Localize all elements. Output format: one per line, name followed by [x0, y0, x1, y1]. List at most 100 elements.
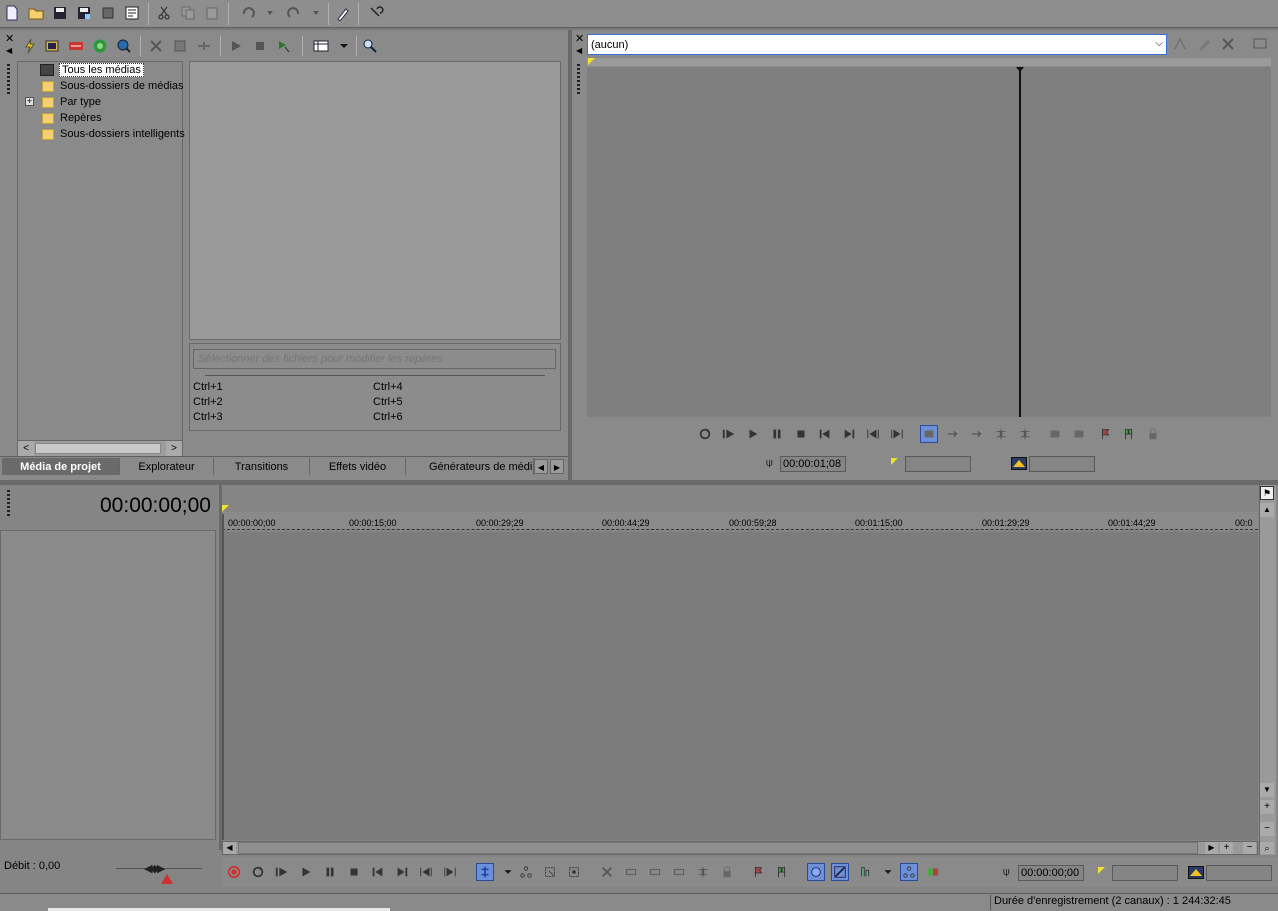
- timeline-next-frame-icon[interactable]: [441, 863, 459, 881]
- scroll-thumb[interactable]: [35, 443, 161, 454]
- timeline-zoom-fit-icon[interactable]: ⌕: [1260, 842, 1274, 854]
- timeline-time-display[interactable]: 00:00:00;00: [100, 494, 211, 518]
- normal-edit-tool-icon[interactable]: [332, 3, 352, 23]
- save-markers-icon[interactable]: [1144, 425, 1162, 443]
- panel-menu-arrow-icon[interactable]: ◀: [6, 46, 12, 55]
- pause-icon[interactable]: [768, 425, 786, 443]
- play-from-start-icon[interactable]: [720, 425, 738, 443]
- trimmer-waveform-area[interactable]: [587, 67, 1271, 417]
- go-to-start-icon[interactable]: [816, 425, 834, 443]
- enable-snapping-icon[interactable]: [807, 863, 825, 881]
- whats-this-help-icon[interactable]: [366, 3, 386, 23]
- tab-project-media[interactable]: Média de projet: [2, 458, 120, 475]
- timeline-cursor-time[interactable]: 00:00:00;00: [1018, 865, 1084, 881]
- import-media-icon[interactable]: [20, 36, 40, 56]
- close-panel-icon[interactable]: ✕: [5, 32, 14, 45]
- timeline-track-area[interactable]: [222, 532, 1258, 840]
- trimmer-mode-icon[interactable]: [920, 425, 938, 443]
- split-icon[interactable]: [694, 863, 712, 881]
- trim-icon[interactable]: [622, 863, 640, 881]
- trimmer-menu-arrow-icon[interactable]: ◀: [576, 46, 582, 55]
- previous-frame-icon[interactable]: [864, 425, 882, 443]
- selection-length-time[interactable]: [1206, 865, 1272, 881]
- trimmer-display-icon[interactable]: [1250, 34, 1270, 54]
- undo-dropdown-icon[interactable]: [260, 3, 280, 23]
- timeline-play-from-start-icon[interactable]: [273, 863, 291, 881]
- lock-envelopes-icon[interactable]: [900, 863, 918, 881]
- timeline-go-to-end-icon[interactable]: [393, 863, 411, 881]
- tabs-scroll-left-icon[interactable]: ◀: [534, 459, 548, 474]
- timeline-scroll-right-icon[interactable]: ▶: [1205, 842, 1218, 854]
- create-subclip-icon[interactable]: [1046, 425, 1064, 443]
- timeline-go-to-start-icon[interactable]: [369, 863, 387, 881]
- next-frame-icon[interactable]: [888, 425, 906, 443]
- tree-horizontal-scrollbar[interactable]: < >: [18, 440, 182, 456]
- close-trimmer-icon[interactable]: ✕: [575, 32, 584, 45]
- selection-start-time[interactable]: [1112, 865, 1178, 881]
- timeline-loop-icon[interactable]: [249, 863, 267, 881]
- save-as-icon[interactable]: [74, 3, 94, 23]
- properties-icon[interactable]: [122, 3, 142, 23]
- timeline-insert-marker-icon[interactable]: [749, 863, 767, 881]
- trimmer-clear-icon[interactable]: [1218, 34, 1238, 54]
- trimmer-time-display[interactable]: 00:00:01;08: [780, 456, 846, 472]
- timeline-play-icon[interactable]: [297, 863, 315, 881]
- insert-region-icon[interactable]: [1120, 425, 1138, 443]
- go-to-end-icon[interactable]: [840, 425, 858, 443]
- views-icon[interactable]: [310, 36, 332, 56]
- timeline-scroll-left-icon[interactable]: ◀: [223, 842, 236, 854]
- rate-pointer-icon[interactable]: [161, 874, 173, 884]
- trimmer-in-time[interactable]: [905, 456, 971, 472]
- marker-flag-icon[interactable]: ⚑: [1260, 486, 1274, 500]
- timeline-previous-frame-icon[interactable]: [417, 863, 435, 881]
- tree-item-media-subfolders[interactable]: Sous-dossiers de médias: [42, 78, 184, 94]
- ripple-dropdown-icon[interactable]: [879, 863, 897, 881]
- get-media-from-web-icon[interactable]: [66, 36, 86, 56]
- timeline-zoom-in-icon[interactable]: +: [1220, 842, 1233, 854]
- paste-icon[interactable]: [202, 3, 222, 23]
- tab-media-generators[interactable]: Générateurs de médi: [406, 458, 534, 475]
- timeline-delete-icon[interactable]: [598, 863, 616, 881]
- ignore-grouping-icon[interactable]: [924, 863, 942, 881]
- envelope-tool-icon[interactable]: [517, 863, 535, 881]
- chevron-down-icon[interactable]: ⌵: [1155, 38, 1163, 49]
- tab-transitions[interactable]: Transitions: [214, 458, 310, 475]
- search-media-icon[interactable]: [360, 36, 380, 56]
- scroll-up-icon[interactable]: ▲: [1260, 503, 1274, 517]
- media-list[interactable]: [189, 61, 561, 340]
- trim-to-selection-icon[interactable]: [1016, 425, 1034, 443]
- capture-video-icon[interactable]: [42, 36, 62, 56]
- tree-item-by-type[interactable]: Par type: [42, 94, 101, 110]
- stop-icon[interactable]: [792, 425, 810, 443]
- media-fx-icon[interactable]: [170, 36, 190, 56]
- play-icon[interactable]: [744, 425, 762, 443]
- expand-toggle-icon[interactable]: +: [25, 97, 34, 106]
- auto-crossfade-icon[interactable]: [831, 863, 849, 881]
- cut-icon[interactable]: [154, 3, 174, 23]
- trim-end-icon[interactable]: [670, 863, 688, 881]
- lock-icon[interactable]: [718, 863, 736, 881]
- trimmer-tool-a-icon[interactable]: [1170, 34, 1190, 54]
- preview-stop-icon[interactable]: [250, 36, 270, 56]
- normal-edit-tool-icon[interactable]: [476, 863, 494, 881]
- auto-preview-icon[interactable]: [274, 36, 294, 56]
- trimmer-ruler[interactable]: [587, 58, 1271, 66]
- save-icon[interactable]: [50, 3, 70, 23]
- trimmer-media-select[interactable]: (aucun) ⌵: [587, 34, 1167, 55]
- timeline-insert-region-icon[interactable]: [773, 863, 791, 881]
- views-dropdown-icon[interactable]: [334, 36, 354, 56]
- trimmer-grip[interactable]: [577, 64, 580, 94]
- tree-item-smart-bins[interactable]: Sous-dossiers intelligents: [42, 126, 185, 142]
- timeline-cursor[interactable]: [222, 514, 224, 840]
- timeline-scroll-thumb[interactable]: [238, 842, 1198, 854]
- zoom-in-track-icon[interactable]: +: [1260, 800, 1274, 814]
- timeline-zoom-out-icon[interactable]: −: [1243, 842, 1256, 854]
- tree-item-all-media[interactable]: Tous les médias: [40, 62, 144, 78]
- edit-tool-dropdown-icon[interactable]: [499, 863, 517, 881]
- insert-marker-icon[interactable]: [1096, 425, 1114, 443]
- zoom-out-track-icon[interactable]: −: [1260, 822, 1274, 836]
- trimmer-pen-icon[interactable]: [1194, 34, 1214, 54]
- timeline-stop-icon[interactable]: [345, 863, 363, 881]
- trimmer-cursor[interactable]: [1019, 67, 1021, 417]
- auto-ripple-icon[interactable]: [857, 863, 875, 881]
